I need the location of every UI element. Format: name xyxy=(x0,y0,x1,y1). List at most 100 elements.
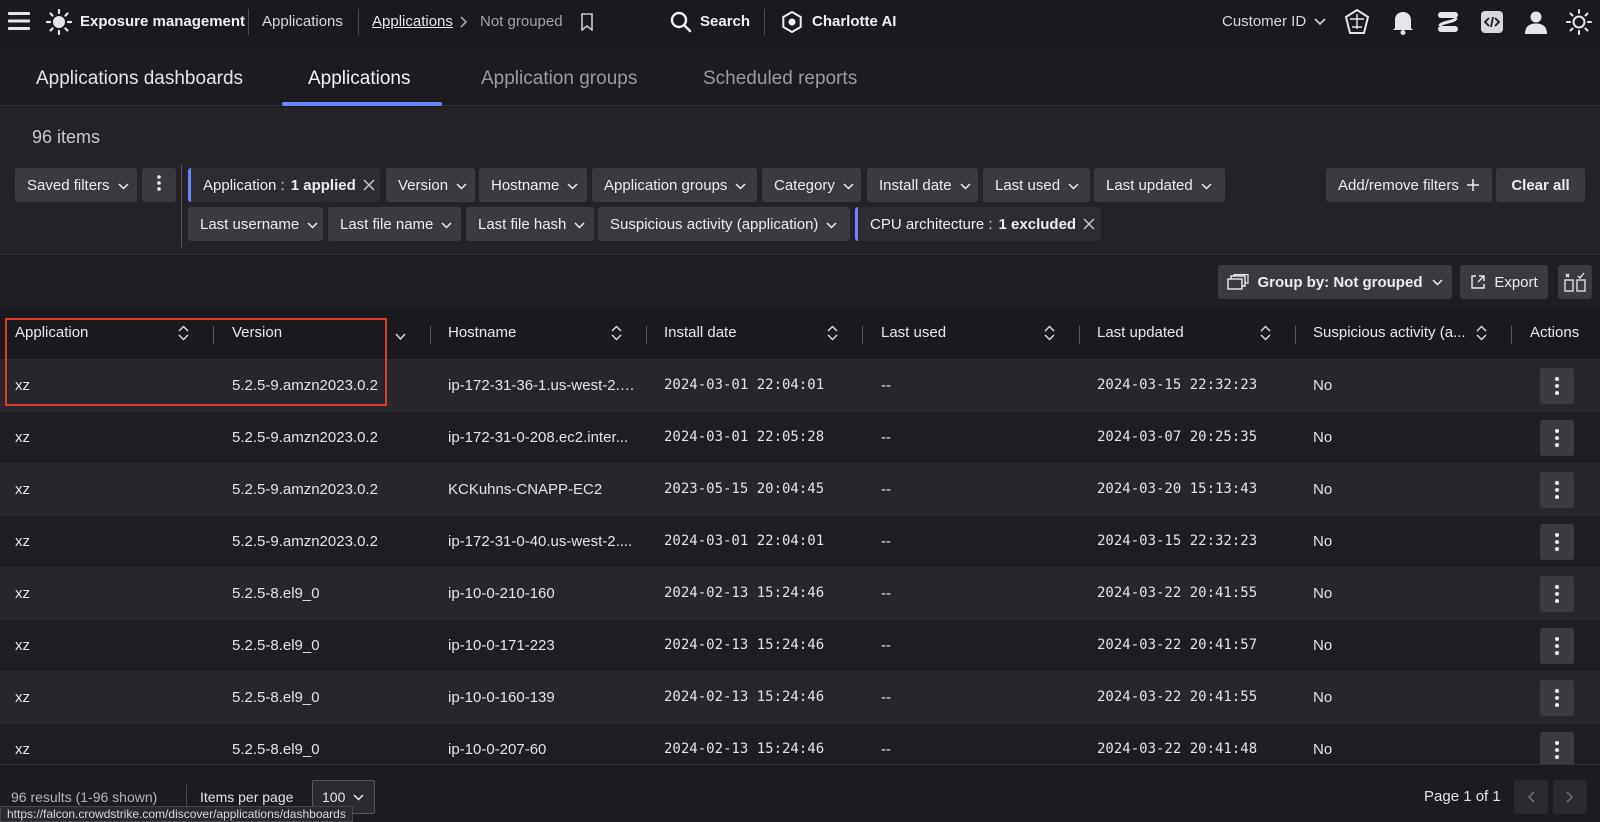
developer-code-icon[interactable] xyxy=(1480,10,1504,34)
table-row[interactable]: xz 5.2.5-9.amzn2023.0.2 ip-172-31-36-1.us-… xyxy=(0,360,1600,412)
falcon-logo-icon[interactable] xyxy=(1344,9,1370,35)
export-button[interactable]: Export xyxy=(1460,265,1548,299)
next-page-button[interactable] xyxy=(1553,780,1587,814)
cell-suspicious-activity: No xyxy=(1313,481,1333,498)
active-tab-indicator xyxy=(282,102,442,106)
row-actions-button[interactable] xyxy=(1540,420,1574,456)
sort-icon[interactable] xyxy=(1476,325,1487,345)
column-header-application[interactable]: Application xyxy=(15,324,88,341)
breadcrumb-applications-link[interactable]: Applications xyxy=(372,13,453,30)
filter-last-file-hash[interactable]: Last file hash xyxy=(466,207,594,241)
table-row[interactable]: xz 5.2.5-8.el9_0 ip-10-0-171-223 2024-02-13… xyxy=(0,620,1600,672)
add-remove-filters-button[interactable]: Add/remove filters xyxy=(1326,168,1492,202)
hamburger-menu-icon[interactable] xyxy=(8,11,30,31)
filter-last-used[interactable]: Last used xyxy=(983,168,1090,202)
charlotte-ai-icon[interactable] xyxy=(781,11,803,33)
column-divider[interactable] xyxy=(1295,326,1296,344)
column-header-install-date[interactable]: Install date xyxy=(664,324,737,341)
column-divider[interactable] xyxy=(430,326,431,344)
cell-last-used: -- xyxy=(881,481,891,498)
filter-suspicious-activity[interactable]: Suspicious activity (application) xyxy=(598,207,850,241)
tab-scheduled-reports[interactable]: Scheduled reports xyxy=(703,68,857,90)
filter-last-username[interactable]: Last username xyxy=(188,207,323,241)
sort-icon[interactable] xyxy=(1260,325,1271,345)
filter-install-date[interactable]: Install date xyxy=(867,168,978,202)
filter-application-applied[interactable]: Application : 1 applied xyxy=(188,168,380,202)
sort-icon[interactable] xyxy=(827,325,838,345)
column-header-version[interactable]: Version xyxy=(232,324,282,341)
row-actions-button[interactable] xyxy=(1540,368,1574,404)
cell-last-updated: 2024-03-22 20:41:48 xyxy=(1097,741,1258,757)
column-divider[interactable] xyxy=(646,326,647,344)
tab-applications-dashboards[interactable]: Applications dashboards xyxy=(36,68,243,90)
row-actions-button[interactable] xyxy=(1540,472,1574,508)
cell-hostname: ip-10-0-160-139 xyxy=(448,689,555,706)
column-header-last-used[interactable]: Last used xyxy=(881,324,946,341)
sort-icon[interactable] xyxy=(611,325,622,345)
chevron-left-icon xyxy=(1527,791,1535,803)
customer-id-dropdown[interactable]: Customer ID xyxy=(1222,13,1306,30)
column-header-last-updated[interactable]: Last updated xyxy=(1097,324,1184,341)
filter-last-file-name[interactable]: Last file name xyxy=(328,207,461,241)
filter-hostname-label: Hostname xyxy=(491,176,560,194)
row-actions-button[interactable] xyxy=(1540,524,1574,560)
row-actions-button[interactable] xyxy=(1540,680,1574,716)
column-divider[interactable] xyxy=(1079,326,1080,344)
column-divider[interactable] xyxy=(1511,326,1512,344)
breadcrumb-applications[interactable]: Applications xyxy=(262,13,343,30)
workflows-icon[interactable] xyxy=(1436,10,1460,34)
filter-last-updated[interactable]: Last updated xyxy=(1094,168,1225,202)
theme-toggle-sun-icon[interactable] xyxy=(1566,9,1592,35)
cell-last-used: -- xyxy=(881,533,891,550)
plus-icon xyxy=(1466,179,1479,191)
search-icon[interactable] xyxy=(670,11,692,33)
items-per-page-value: 100 xyxy=(322,789,346,805)
previous-page-button[interactable] xyxy=(1514,780,1548,814)
filter-category-label: Category xyxy=(774,176,835,194)
filter-cpu-architecture-excluded[interactable]: CPU architecture : 1 excluded xyxy=(855,207,1101,241)
column-settings-button[interactable] xyxy=(1558,265,1592,299)
table-row[interactable]: xz 5.2.5-9.amzn2023.0.2 ip-172-31-0-40.us-… xyxy=(0,516,1600,568)
table-row[interactable]: xz 5.2.5-9.amzn2023.0.2 ip-172-31-0-208.ec… xyxy=(0,412,1600,464)
sort-icon[interactable] xyxy=(178,325,189,345)
table-row[interactable]: xz 5.2.5-8.el9_0 ip-10-0-210-160 2024-02-13… xyxy=(0,568,1600,620)
row-actions-button[interactable] xyxy=(1540,628,1574,664)
app-title[interactable]: Exposure management xyxy=(80,13,245,30)
remove-filter-close-icon[interactable] xyxy=(1083,218,1095,230)
bookmark-icon[interactable] xyxy=(580,13,594,31)
filter-hostname[interactable]: Hostname xyxy=(479,168,587,202)
chevron-down-icon xyxy=(307,216,318,233)
column-divider[interactable] xyxy=(213,326,214,344)
saved-filters-dropdown[interactable]: Saved filters xyxy=(15,168,137,202)
kebab-menu-icon xyxy=(1555,377,1559,395)
filter-category[interactable]: Category xyxy=(762,168,861,202)
cell-version: 5.2.5-8.el9_0 xyxy=(232,637,320,654)
row-actions-button[interactable] xyxy=(1540,732,1574,768)
column-header-suspicious-activity[interactable]: Suspicious activity (a... xyxy=(1313,324,1466,341)
search-button[interactable]: Search xyxy=(700,13,750,30)
sort-icon[interactable] xyxy=(1044,325,1055,345)
cell-last-updated: 2024-03-22 20:41:55 xyxy=(1097,585,1258,601)
filter-version[interactable]: Version xyxy=(386,168,475,202)
chevron-down-icon[interactable] xyxy=(1314,18,1326,26)
charlotte-ai-button[interactable]: Charlotte AI xyxy=(812,13,896,30)
cell-last-used: -- xyxy=(881,637,891,654)
row-actions-button[interactable] xyxy=(1540,576,1574,612)
tab-application-groups[interactable]: Application groups xyxy=(481,68,637,90)
user-profile-icon[interactable] xyxy=(1524,10,1548,34)
cell-application: xz xyxy=(15,533,30,550)
notifications-bell-icon[interactable] xyxy=(1392,9,1414,35)
column-divider[interactable] xyxy=(862,326,863,344)
column-header-hostname[interactable]: Hostname xyxy=(448,324,516,341)
clear-all-button[interactable]: Clear all xyxy=(1496,168,1585,202)
filter-cpu-label: CPU architecture : xyxy=(870,215,993,233)
group-by-dropdown[interactable]: Group by: Not grouped xyxy=(1218,265,1452,299)
table-row[interactable]: xz 5.2.5-8.el9_0 ip-10-0-160-139 2024-02-13… xyxy=(0,672,1600,724)
table-row[interactable]: xz 5.2.5-9.amzn2023.0.2 KCKuhns-CNAPP-EC2 2… xyxy=(0,464,1600,516)
filter-options-button[interactable] xyxy=(142,168,176,202)
cell-suspicious-activity: No xyxy=(1313,377,1333,394)
filter-application-groups[interactable]: Application groups xyxy=(592,168,757,202)
sort-descending-icon[interactable] xyxy=(395,328,406,345)
tab-applications[interactable]: Applications xyxy=(308,68,410,90)
remove-filter-close-icon[interactable] xyxy=(363,179,375,191)
